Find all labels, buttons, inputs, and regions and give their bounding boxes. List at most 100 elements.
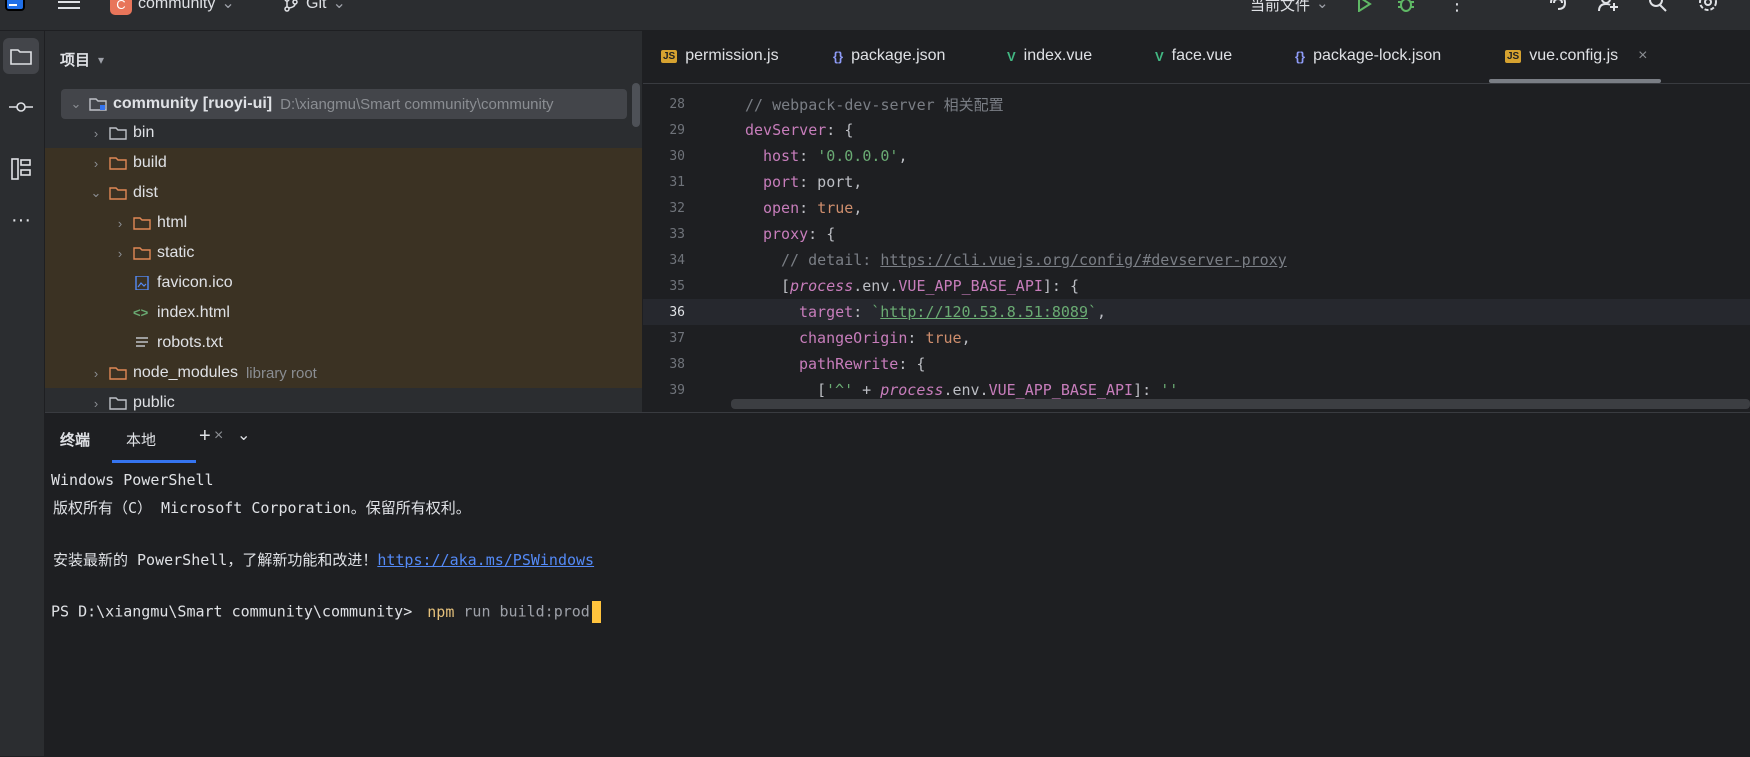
terminal-panel: 终端 本地 × + ⌄ Windows PowerShell 版权所有（C） M…	[45, 412, 1750, 757]
chevron-right-icon[interactable]: ›	[87, 126, 105, 141]
chevron-right-icon[interactable]: ›	[111, 246, 129, 261]
code-text: open: true,	[763, 199, 863, 217]
tab-vue-config-js[interactable]: JS vue.config.js ×	[1505, 47, 1648, 65]
new-tab-plus-icon[interactable]: +	[199, 425, 211, 448]
tree-item-dist[interactable]: ⌄ dist	[45, 178, 642, 208]
tree-root[interactable]: ⌄ community [ruoyi-ui] D:\xiangmu\Smart …	[61, 89, 627, 119]
terminal-text: 安装最新的 PowerShell，了解新功能和改进！	[53, 551, 378, 569]
terminal-args: run build:prod	[463, 602, 590, 621]
settings-gear-icon[interactable]	[1698, 0, 1718, 19]
commit-tool-button[interactable]	[3, 89, 39, 125]
more-tools-button[interactable]: ···	[3, 202, 39, 238]
tree-item-public[interactable]: › public	[45, 388, 642, 412]
terminal-prompt-line[interactable]: PS D:\xiangmu\Smart community\community>…	[51, 601, 601, 623]
terminal-tabs: 终端 本地 × + ⌄	[45, 413, 1750, 465]
folder-icon	[10, 49, 32, 65]
tab-package-json[interactable]: {} package.json	[833, 47, 945, 65]
add-user-icon[interactable]	[1597, 0, 1619, 17]
tool-window-strip: ···	[0, 31, 45, 756]
tree-item-node-modules[interactable]: › node_modules library root	[45, 358, 642, 388]
tree-item-label: public	[133, 394, 175, 411]
structure-tool-button[interactable]	[3, 151, 39, 187]
chevron-right-icon[interactable]: ›	[87, 156, 105, 171]
code-line-38[interactable]: 38 pathRewrite: {	[643, 351, 1750, 377]
tree-item-static[interactable]: › static	[45, 238, 642, 268]
tab-label: package.json	[851, 47, 946, 64]
debug-icon[interactable]	[1397, 0, 1415, 17]
folder-icon	[109, 127, 127, 140]
tab-face-vue[interactable]: V face.vue	[1155, 47, 1232, 65]
chevron-right-icon[interactable]: ›	[87, 396, 105, 411]
code-line-28[interactable]: 28 // webpack-dev-server 相关配置	[643, 91, 1750, 117]
code-text: target: `http://120.53.8.51:8089`,	[799, 303, 1107, 321]
project-scrollbar[interactable]	[632, 83, 640, 127]
folder-excluded-icon	[133, 217, 151, 230]
tab-permission-js[interactable]: JS permission.js	[661, 47, 779, 65]
main-menu-icon[interactable]	[58, 0, 80, 15]
chevron-down-icon[interactable]: ⌄	[237, 425, 250, 445]
tree-item-html[interactable]: › html	[45, 208, 642, 238]
tree-item-label: static	[157, 244, 195, 261]
vcs-label: Git	[306, 0, 327, 12]
editor-horizontal-scrollbar[interactable]	[731, 399, 1750, 409]
code-line-31[interactable]: 31 port: port,	[643, 169, 1750, 195]
app-logo-icon[interactable]	[4, 0, 26, 12]
ai-assistant-icon[interactable]	[1548, 0, 1568, 17]
code-line-30[interactable]: 30 host: '0.0.0.0',	[643, 143, 1750, 169]
more-actions-icon[interactable]: ⋮	[1448, 0, 1466, 15]
line-number: 35	[669, 278, 685, 294]
tab-package-lock-json[interactable]: {} package-lock.json	[1295, 47, 1441, 65]
chevron-down-icon[interactable]: ⌄	[67, 96, 85, 112]
close-icon[interactable]: ×	[1638, 47, 1647, 65]
code-line-29[interactable]: 29 devServer: {	[643, 117, 1750, 143]
chevron-right-icon[interactable]: ›	[87, 366, 105, 381]
tree-item-label: build	[133, 154, 167, 171]
code-line-36[interactable]: 36 target: `http://120.53.8.51:8089`,	[643, 299, 1750, 325]
chevron-right-icon[interactable]: ›	[111, 216, 129, 231]
tab-label: package-lock.json	[1313, 47, 1442, 64]
run-config-selector[interactable]: 当前文件 ⌄	[1250, 0, 1329, 16]
project-name: community	[138, 0, 216, 12]
code-line-32[interactable]: 32 open: true,	[643, 195, 1750, 221]
chevron-down-icon: ⌄	[1316, 0, 1329, 12]
vue-file-icon: V	[1007, 48, 1016, 64]
tree-item-label: robots.txt	[157, 334, 223, 351]
terminal-link[interactable]: https://aka.ms/PSWindows	[377, 551, 594, 569]
folder-excluded-icon	[109, 367, 127, 380]
title-bar: C community ⌄ Git ⌄ 当前文件 ⌄ ⋮	[0, 0, 1750, 31]
branch-icon	[284, 0, 298, 12]
project-panel-title: 项目	[60, 52, 91, 69]
chevron-down-icon[interactable]: ⌄	[87, 185, 105, 201]
code-line-37[interactable]: 37 changeOrigin: true,	[643, 325, 1750, 351]
line-number: 34	[669, 252, 685, 268]
line-number: 36	[669, 304, 685, 320]
tab-label: vue.config.js	[1529, 47, 1619, 64]
search-icon[interactable]	[1648, 0, 1668, 17]
code-text: port: port,	[763, 173, 863, 191]
terminal-command: npm	[427, 602, 455, 621]
tree-item-bin[interactable]: › bin	[45, 118, 642, 148]
tab-index-vue[interactable]: V index.vue	[1007, 47, 1092, 65]
vcs-widget[interactable]: Git ⌄	[282, 0, 346, 16]
tree-item-robots[interactable]: robots.txt	[45, 328, 642, 358]
code-text: pathRewrite: {	[799, 355, 926, 373]
line-number: 37	[669, 330, 685, 346]
run-icon[interactable]	[1356, 0, 1372, 17]
code-line-33[interactable]: 33 proxy: {	[643, 221, 1750, 247]
code-line-34[interactable]: 34 // detail: https://cli.vuejs.org/conf…	[643, 247, 1750, 273]
project-switcher[interactable]: C community ⌄	[110, 0, 235, 16]
tab-local[interactable]: 本地 ×	[112, 413, 240, 465]
project-panel-header[interactable]: 项目 ▾	[60, 49, 104, 70]
tab-label: face.vue	[1171, 47, 1233, 64]
tree-item-build[interactable]: › build	[45, 148, 642, 178]
tree-item-label: index.html	[157, 304, 230, 321]
code-line-35[interactable]: 35 [process.env.VUE_APP_BASE_API]: {	[643, 273, 1750, 299]
project-tool-button[interactable]	[3, 38, 39, 74]
code-text: host: '0.0.0.0',	[763, 147, 908, 165]
active-tab-indicator	[112, 460, 196, 463]
code-text: devServer: {	[745, 121, 854, 139]
tree-item-favicon[interactable]: favicon.ico	[45, 268, 642, 298]
close-icon[interactable]: ×	[214, 427, 223, 445]
code-text: // webpack-dev-server 相关配置	[745, 95, 1004, 114]
tree-item-index-html[interactable]: <> index.html	[45, 298, 642, 328]
